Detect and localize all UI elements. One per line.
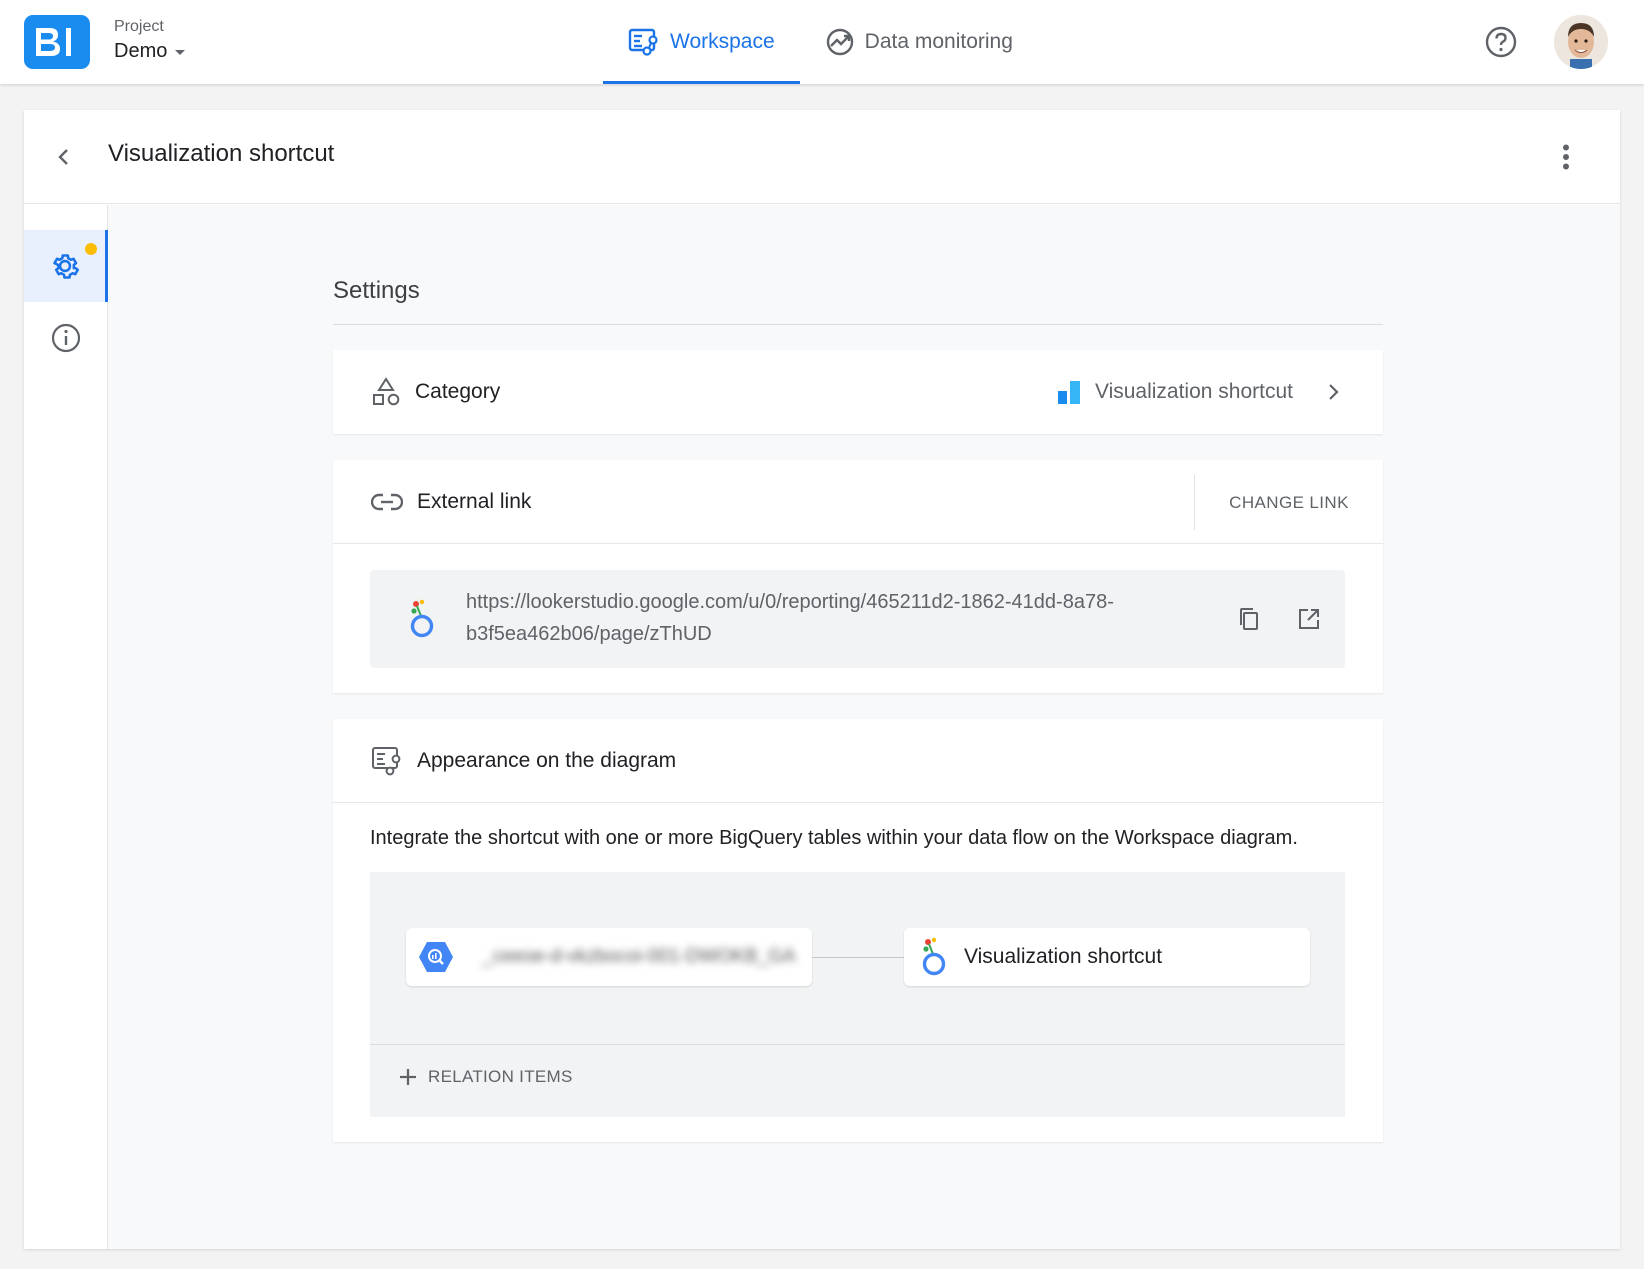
looker-studio-icon — [922, 937, 946, 976]
link-url[interactable]: https://lookerstudio.google.com/u/0/repo… — [466, 586, 1186, 650]
link-url-line-2: b3f5ea462b06/page/zThUD — [466, 623, 712, 645]
user-avatar[interactable] — [1554, 15, 1608, 69]
workspace-diagram-icon — [628, 28, 658, 56]
bar-chart-icon — [1057, 381, 1080, 404]
change-link-button[interactable]: CHANGE LINK — [1194, 475, 1383, 530]
side-rail — [24, 205, 108, 1249]
notification-dot — [85, 243, 97, 255]
relation-items-label: RELATION ITEMS — [428, 1067, 573, 1086]
appearance-header: Appearance on the diagram — [333, 719, 1383, 803]
looker-studio-icon — [410, 599, 434, 638]
gear-icon — [52, 254, 79, 279]
link-url-line-1: https://lookerstudio.google.com/u/0/repo… — [466, 591, 1114, 613]
category-value[interactable]: Visualization shortcut — [1057, 379, 1345, 405]
tab-workspace[interactable]: Workspace — [603, 0, 800, 84]
diagram-preview: _ceeoe-d-vkzbocoi-001-DWOKB_GA Visualiza… — [370, 872, 1345, 1117]
external-link-section: External link CHANGE LINK https://looker… — [333, 460, 1383, 693]
page-title: Visualization shortcut — [108, 140, 335, 167]
main-nav-tabs: Workspace Data monitoring — [603, 0, 1038, 84]
diagram-icon — [372, 746, 401, 775]
app-logo[interactable] — [24, 15, 90, 69]
rail-item-settings[interactable] — [24, 230, 108, 302]
open-in-new-icon — [1299, 609, 1319, 629]
link-box: https://lookerstudio.google.com/u/0/repo… — [370, 570, 1345, 668]
tab-data-monitoring[interactable]: Data monitoring — [800, 0, 1038, 84]
more-options-button[interactable] — [1552, 143, 1580, 171]
category-label: Category — [415, 380, 501, 403]
back-button[interactable] — [50, 143, 78, 171]
diagram-divider — [370, 1044, 1345, 1045]
chevron-right-icon — [1329, 384, 1339, 400]
project-label: Project — [114, 18, 164, 35]
category-value-label: Visualization shortcut — [1094, 380, 1293, 403]
source-node-label: _ceeoe-d-vkzbocoi-001-DWOKB_GA — [482, 946, 796, 967]
info-icon — [51, 323, 81, 353]
help-circle-icon — [1485, 26, 1517, 58]
relation-items-button[interactable]: RELATION ITEMS — [398, 1067, 573, 1087]
settings-divider — [333, 324, 1383, 325]
settings-title: Settings — [333, 277, 420, 304]
user-avatar-image — [1554, 15, 1608, 69]
appearance-label: Appearance on the diagram — [417, 748, 677, 772]
tab-data-monitoring-label: Data monitoring — [864, 30, 1013, 53]
help-button[interactable] — [1484, 25, 1518, 59]
copy-link-button[interactable] — [1234, 604, 1264, 634]
rail-item-info[interactable] — [24, 302, 108, 374]
category-row[interactable]: Category Visualization shortcut — [333, 350, 1383, 434]
project-name: Demo — [114, 40, 168, 62]
category-section: Category Visualization shortcut — [333, 350, 1383, 434]
chevron-left-icon — [58, 149, 68, 165]
project-selector[interactable]: Project Demo — [114, 18, 186, 66]
monitoring-icon — [826, 28, 853, 56]
bigquery-icon — [419, 942, 453, 972]
bi-logo-icon — [36, 28, 71, 56]
tab-workspace-label: Workspace — [670, 30, 775, 53]
link-icon — [371, 493, 403, 510]
target-node-label: Visualization shortcut — [964, 945, 1163, 968]
shapes-icon — [373, 377, 400, 406]
external-link-label: External link — [417, 489, 532, 513]
plus-icon — [400, 1069, 416, 1085]
caret-down-icon — [175, 49, 186, 55]
more-vert-icon — [1563, 144, 1569, 170]
top-app-bar: Project Demo Workspace Data monitoring — [0, 0, 1644, 84]
copy-icon — [1240, 608, 1258, 630]
open-link-button[interactable] — [1294, 604, 1324, 634]
appearance-section: Appearance on the diagram Integrate the … — [333, 719, 1383, 1142]
card-header: Visualization shortcut — [24, 110, 1620, 204]
node-connector — [812, 957, 904, 958]
source-node[interactable]: _ceeoe-d-vkzbocoi-001-DWOKB_GA — [406, 928, 812, 986]
project-dropdown[interactable]: Demo — [114, 36, 186, 66]
appearance-description: Integrate the shortcut with one or more … — [370, 827, 1298, 849]
target-node[interactable]: Visualization shortcut — [904, 928, 1310, 986]
